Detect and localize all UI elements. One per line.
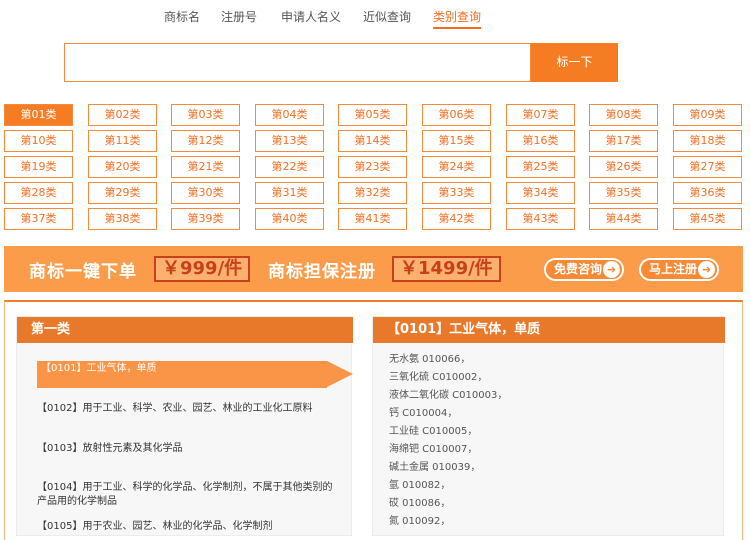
class-button[interactable]: 第34类 — [506, 182, 575, 204]
class-button[interactable]: 第38类 — [88, 208, 157, 230]
search-input[interactable] — [64, 43, 531, 82]
class-button[interactable]: 第25类 — [506, 156, 575, 178]
price-tag-guarantee: ￥1499/件 — [392, 256, 501, 282]
class-button[interactable]: 第07类 — [506, 104, 575, 126]
subclass-item[interactable]: 【0104】用于工业、科学的化学品、化学制剂，不属于其他类别的产品用的化学制品 — [37, 481, 337, 509]
class-button[interactable]: 第18类 — [673, 130, 742, 152]
class-button[interactable]: 第02类 — [88, 104, 157, 126]
banner-text-one-click: 商标一键下单 — [29, 262, 137, 282]
register-now-label: 马上注册 — [649, 262, 698, 276]
class-button[interactable]: 第31类 — [255, 182, 324, 204]
class-button[interactable]: 第24类 — [422, 156, 491, 178]
class-button[interactable]: 第37类 — [4, 208, 73, 230]
goods-panel-title: 【0101】工业气体，单质 — [373, 317, 725, 343]
class-button[interactable]: 第27类 — [673, 156, 742, 178]
goods-item: 氩 010082， — [389, 480, 451, 491]
class-button[interactable]: 第03类 — [171, 104, 240, 126]
arrow-right-icon: ➜ — [698, 261, 715, 278]
subclass-item[interactable]: 【0103】放射性元素及其化学品 — [37, 442, 337, 456]
subclass-item[interactable]: 【0101】工业气体，单质 — [37, 361, 353, 388]
class-button[interactable]: 第33类 — [422, 182, 491, 204]
class-button[interactable]: 第14类 — [338, 130, 407, 152]
class-button[interactable]: 第20类 — [88, 156, 157, 178]
class-button[interactable]: 第13类 — [255, 130, 324, 152]
class-button[interactable]: 第29类 — [88, 182, 157, 204]
class-button[interactable]: 第15类 — [422, 130, 491, 152]
class-button[interactable]: 第35类 — [589, 182, 658, 204]
class-button[interactable]: 第01类 — [4, 104, 73, 126]
goods-item: 钙 C010004， — [389, 408, 458, 419]
tab-registration-number[interactable]: 注册号 — [221, 8, 257, 26]
class-button[interactable]: 第44类 — [589, 208, 658, 230]
free-consult-button[interactable]: 免费咨询 ➜ — [544, 258, 624, 281]
class-button[interactable]: 第41类 — [338, 208, 407, 230]
subclass-panel-title: 第一类 — [17, 317, 353, 343]
goods-panel: 【0101】工业气体，单质 无水氨 010066， 三氧化硫 C010002， … — [372, 316, 725, 536]
tab-similar-search[interactable]: 近似查询 — [363, 8, 411, 26]
class-button[interactable]: 第42类 — [422, 208, 491, 230]
class-button[interactable]: 第12类 — [171, 130, 240, 152]
class-button[interactable]: 第06类 — [422, 104, 491, 126]
class-button[interactable]: 第05类 — [338, 104, 407, 126]
class-button[interactable]: 第36类 — [673, 182, 742, 204]
class-button[interactable]: 第30类 — [171, 182, 240, 204]
class-button[interactable]: 第19类 — [4, 156, 73, 178]
tab-trademark-name[interactable]: 商标名 — [164, 8, 200, 26]
search-tabs: 商标名 注册号 申请人名义 近似查询 类别查询 — [0, 8, 750, 30]
search-button[interactable]: 标一下 — [531, 43, 618, 82]
class-button[interactable]: 第32类 — [338, 182, 407, 204]
arrow-right-icon: ➜ — [603, 261, 620, 278]
register-now-button[interactable]: 马上注册 ➜ — [639, 258, 719, 281]
class-button[interactable]: 第43类 — [506, 208, 575, 230]
class-button[interactable]: 第28类 — [4, 182, 73, 204]
class-button[interactable]: 第23类 — [338, 156, 407, 178]
class-button[interactable]: 第39类 — [171, 208, 240, 230]
class-button[interactable]: 第26类 — [589, 156, 658, 178]
class-button[interactable]: 第08类 — [589, 104, 658, 126]
tab-applicant-name[interactable]: 申请人名义 — [281, 8, 341, 26]
banner-text-guarantee: 商标担保注册 — [268, 262, 376, 282]
subclass-item[interactable]: 【0102】用于工业、科学、农业、园艺、林业的工业化工原料 — [37, 402, 337, 416]
goods-item: 工业硅 C010005， — [389, 426, 478, 437]
price-tag-basic: ￥999/件 — [154, 256, 251, 282]
promo-banner: 商标一键下单 ￥999/件 商标担保注册 ￥1499/件 免费咨询 ➜ 马上注册… — [4, 246, 743, 292]
class-button[interactable]: 第04类 — [255, 104, 324, 126]
goods-item: 海绵钯 C010007， — [389, 444, 478, 455]
class-button[interactable]: 第45类 — [673, 208, 742, 230]
goods-item: 砹 010086， — [389, 498, 451, 509]
class-button[interactable]: 第22类 — [255, 156, 324, 178]
goods-item: 氮 010092， — [389, 516, 451, 527]
class-button[interactable]: 第09类 — [673, 104, 742, 126]
subclass-item[interactable]: 【0105】用于农业、园艺、林业的化学品、化学制剂 — [37, 520, 337, 534]
class-button[interactable]: 第17类 — [589, 130, 658, 152]
class-button[interactable]: 第16类 — [506, 130, 575, 152]
goods-item: 无水氨 010066， — [389, 354, 471, 365]
class-button[interactable]: 第11类 — [88, 130, 157, 152]
class-button[interactable]: 第21类 — [171, 156, 240, 178]
tab-class-search[interactable]: 类别查询 — [433, 8, 482, 29]
class-button[interactable]: 第40类 — [255, 208, 324, 230]
subclass-panel: 第一类 【0101】工业气体，单质 【0102】用于工业、科学、农业、园艺、林业… — [16, 316, 353, 536]
goods-item: 三氧化硫 C010002， — [389, 372, 488, 383]
goods-item: 碱土金属 010039， — [389, 462, 481, 473]
class-button[interactable]: 第10类 — [4, 130, 73, 152]
goods-item: 液体二氧化碳 C010003， — [389, 390, 508, 401]
free-consult-label: 免费咨询 — [554, 262, 603, 276]
